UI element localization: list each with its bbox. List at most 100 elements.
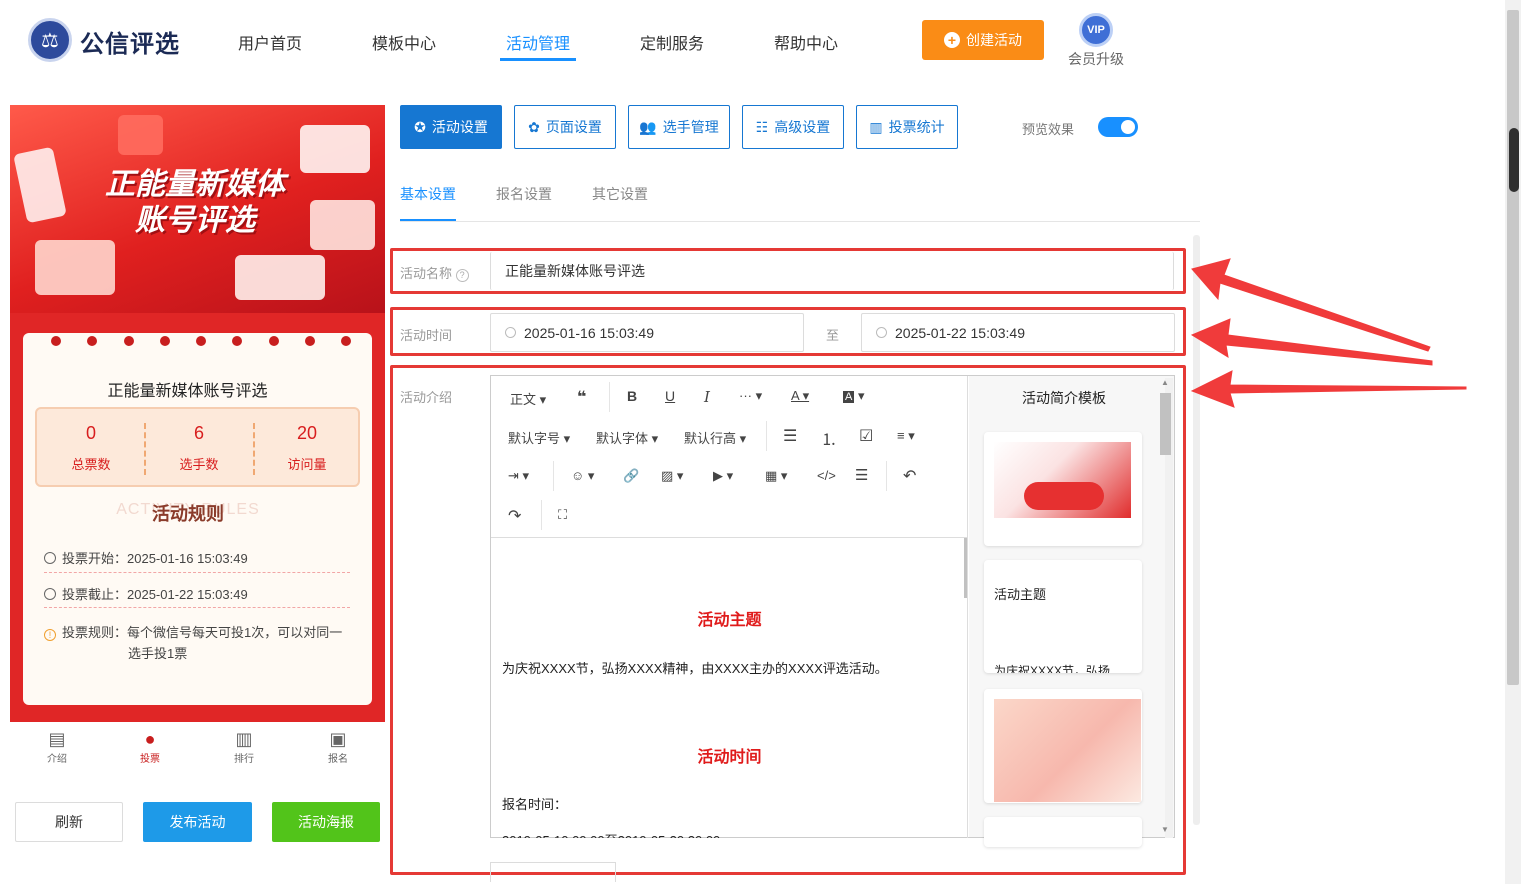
- tab-vote-statistics[interactable]: ▥ 投票统计: [856, 105, 958, 149]
- content-paragraph: 2019-05-10 09:00至2019-05-20 20:00: [502, 830, 720, 838]
- arrow-icon: [1190, 370, 1467, 408]
- undo-icon[interactable]: ↶: [903, 466, 916, 486]
- intro-label: 活动介绍: [400, 390, 453, 405]
- content-heading-time: 活动时间: [697, 749, 762, 766]
- clock-icon: [876, 327, 887, 338]
- code-icon[interactable]: </>: [817, 468, 836, 483]
- nav-template-center[interactable]: 模板中心: [372, 30, 436, 54]
- clock-icon: [505, 327, 516, 338]
- tab-advanced-settings[interactable]: ☷ 高级设置: [742, 105, 844, 149]
- more-styles-icon[interactable]: ··· ▾: [739, 388, 762, 404]
- tab-vote[interactable]: ● 投票: [120, 728, 180, 765]
- bar-chart-icon: ▥: [869, 118, 883, 135]
- mobile-preview: 正能量新媒体 账号评选 正能量新媒体账号评选 0 总票数 6 选手数 20 访问…: [10, 105, 385, 722]
- template-thumbnail: [1024, 482, 1104, 510]
- binder-rings: [51, 336, 351, 346]
- template-card-title: 活动主题: [994, 587, 1047, 602]
- vote-rule-row: ! 投票规则：每个微信号每天可投1次，可以对同一: [44, 622, 342, 641]
- link-icon[interactable]: 🔗: [623, 468, 639, 484]
- tab-activity-settings[interactable]: ✪ 活动设置: [400, 105, 502, 149]
- tab-intro[interactable]: ▤ 介绍: [27, 728, 87, 765]
- arrow-icon: [1190, 318, 1433, 366]
- subtab-other[interactable]: 其它设置: [592, 184, 648, 204]
- nav-active-indicator: [500, 58, 576, 61]
- plus-icon: +: [944, 32, 960, 48]
- bullet-list-icon[interactable]: ☰: [783, 426, 797, 446]
- align-icon[interactable]: ≡ ▾: [897, 428, 915, 444]
- emoji-icon[interactable]: ☺ ▾: [571, 468, 594, 484]
- vote-end-row: 投票截止：2025-01-22 15:03:49: [44, 584, 248, 603]
- line-height-select[interactable]: 默认行高 ▾: [684, 428, 746, 447]
- vip-upgrade-link[interactable]: 会员升级: [1068, 49, 1124, 69]
- redo-icon[interactable]: ↷: [508, 506, 521, 526]
- name-label: 活动名称 ?: [400, 263, 469, 282]
- monitor-illustration: [300, 125, 370, 173]
- template-card[interactable]: [984, 817, 1142, 847]
- tab-contestant-management[interactable]: 👥 选手管理: [628, 105, 730, 149]
- poster-button[interactable]: 活动海报: [272, 802, 380, 842]
- bg-color-icon[interactable]: A ▾: [843, 388, 864, 404]
- rich-text-editor[interactable]: 正文 ▾ ❝ B U I ··· ▾ A ▾ A ▾ 默认字号 ▾ 默认字体 ▾…: [490, 375, 1175, 847]
- warning-icon: !: [44, 629, 56, 641]
- scroll-up-icon[interactable]: ▲: [1161, 378, 1169, 387]
- vip-icon[interactable]: VIP: [1079, 13, 1113, 47]
- quote-icon[interactable]: ❝: [577, 387, 586, 407]
- template-card[interactable]: 活动主题 为庆祝XXXX节，弘扬: [984, 560, 1142, 673]
- font-size-select[interactable]: 默认字号 ▾: [508, 428, 570, 447]
- chart-illustration: [310, 200, 375, 250]
- template-card[interactable]: [984, 432, 1142, 546]
- start-time-input[interactable]: 2025-01-16 15:03:49: [490, 313, 804, 352]
- fullscreen-icon[interactable]: ⛶: [558, 507, 567, 523]
- nav-user-home[interactable]: 用户首页: [238, 30, 302, 54]
- vote-rule-row-2: 选手投1票: [128, 646, 188, 661]
- editor-content[interactable]: 活动主题 为庆祝XXXX节，弘扬XXXX精神，由XXXX主办的XXXX评选活动。…: [491, 538, 968, 838]
- document-icon: ▤: [48, 729, 66, 749]
- page-scrollbar-thumb[interactable]: [1509, 128, 1519, 192]
- page-scrollbar-track-thumb[interactable]: [1507, 10, 1519, 685]
- publish-button[interactable]: 发布活动: [143, 802, 252, 842]
- stat-total-votes: 0 总票数: [71, 423, 111, 472]
- partial-input[interactable]: [490, 862, 616, 882]
- numbered-list-icon[interactable]: ⒈: [821, 426, 837, 450]
- tab-page-settings[interactable]: ✿ 页面设置: [514, 105, 616, 149]
- activity-title: 正能量新媒体账号评选: [107, 383, 268, 400]
- settings-list-icon: ☷: [755, 118, 769, 135]
- template-card[interactable]: [984, 689, 1142, 803]
- divider-icon[interactable]: ☰: [855, 466, 868, 484]
- preview-toggle-label: 预览效果: [1022, 122, 1075, 137]
- image-icon[interactable]: ▨ ▾: [661, 468, 683, 484]
- nav-custom-service[interactable]: 定制服务: [640, 30, 704, 54]
- stat-contestants: 6 选手数: [179, 423, 219, 472]
- nav-activity-management[interactable]: 活动管理: [506, 30, 570, 54]
- preview-banner: 正能量新媒体 账号评选: [10, 105, 385, 313]
- tab-signup[interactable]: ▣ 报名: [308, 728, 368, 765]
- template-scrollbar-thumb[interactable]: [1160, 393, 1171, 455]
- help-icon: ?: [455, 269, 469, 282]
- content-scrollbar[interactable]: [964, 538, 967, 598]
- scroll-down-icon[interactable]: ▼: [1161, 825, 1169, 834]
- subtab-basic[interactable]: 基本设置: [400, 184, 456, 204]
- activity-name-input[interactable]: 正能量新媒体账号评选: [490, 252, 1174, 290]
- subtab-signup[interactable]: 报名设置: [496, 184, 552, 204]
- table-icon[interactable]: ▦ ▾: [765, 468, 787, 484]
- font-color-icon[interactable]: A ▾: [791, 388, 809, 404]
- video-icon[interactable]: ▶ ▾: [713, 468, 733, 484]
- annotation-arrows: [1190, 258, 1467, 408]
- font-family-select[interactable]: 默认字体 ▾: [596, 428, 658, 447]
- underline-icon[interactable]: U: [665, 388, 675, 404]
- italic-icon[interactable]: I: [704, 388, 710, 406]
- end-time-input[interactable]: 2025-01-22 15:03:49: [861, 313, 1175, 352]
- users-icon: 👥: [639, 118, 657, 135]
- tab-ranking[interactable]: ▥ 排行: [214, 728, 274, 765]
- nav-help-center[interactable]: 帮助中心: [774, 30, 838, 54]
- preview-toggle[interactable]: [1098, 117, 1138, 137]
- bold-icon[interactable]: B: [627, 388, 637, 404]
- user-icon: ●: [144, 729, 156, 749]
- checklist-icon[interactable]: ☑: [859, 426, 873, 446]
- paragraph-select[interactable]: 正文 ▾: [510, 389, 546, 408]
- star-icon: ✪: [414, 118, 426, 135]
- subtab-active-indicator: [400, 219, 456, 221]
- refresh-button[interactable]: 刷新: [15, 802, 123, 842]
- indent-icon[interactable]: ⇥ ▾: [508, 468, 529, 484]
- create-activity-button[interactable]: + 创建活动: [922, 20, 1044, 60]
